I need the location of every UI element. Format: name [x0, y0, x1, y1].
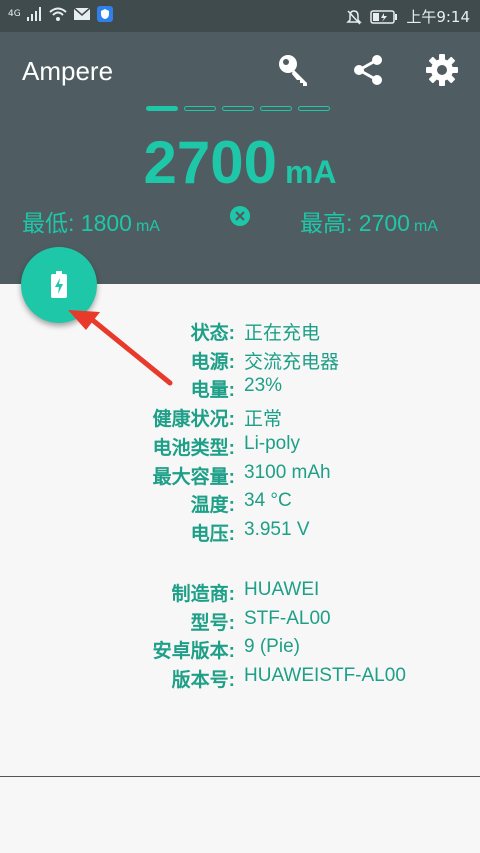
- info-value: STF-AL00: [244, 607, 331, 629]
- mail-icon: [73, 7, 91, 20]
- bottom-divider: [0, 776, 480, 777]
- info-row: 安卓版本: 9 (Pie): [0, 636, 480, 664]
- max-label: 最高: 2700: [300, 210, 410, 236]
- close-icon: [235, 211, 245, 221]
- share-icon: [354, 55, 382, 85]
- info-label: 电压:: [190, 523, 235, 545]
- info-label: 型号:: [190, 612, 235, 634]
- info-value: HUAWEI: [244, 579, 320, 600]
- current-unit: mA: [284, 154, 337, 190]
- info-row: 电源: 交流充电器: [0, 347, 480, 375]
- battery-fab-button[interactable]: [21, 247, 97, 323]
- info-label: 制造商:: [171, 584, 235, 605]
- info-label: 电源:: [190, 351, 235, 373]
- info-value: 34 °C: [244, 490, 292, 512]
- info-value: HUAWEISTF-AL00: [244, 665, 406, 687]
- key-button[interactable]: [274, 50, 314, 90]
- share-button[interactable]: [348, 50, 388, 90]
- page-dot[interactable]: [222, 106, 254, 111]
- info-value: 交流充电器: [244, 351, 340, 373]
- status-right: 上午9:14: [346, 6, 470, 27]
- max-unit: mA: [413, 218, 438, 235]
- status-left: 4G: [8, 6, 113, 22]
- info-label: 最大容量:: [152, 466, 235, 488]
- page-dot[interactable]: [146, 106, 178, 111]
- reset-minmax-button[interactable]: [230, 206, 250, 226]
- info-label: 健康状况:: [152, 409, 235, 431]
- info-value: 23%: [244, 375, 283, 397]
- info-label: 电量:: [190, 380, 235, 402]
- current-reading: 2700 mA: [0, 128, 480, 197]
- network-type: 4G: [8, 8, 21, 19]
- min-unit: mA: [135, 218, 160, 235]
- info-row: 电池类型: Li-poly: [0, 433, 480, 461]
- battery-charging-icon: [51, 271, 67, 298]
- info-value: 3100 mAh: [244, 461, 331, 483]
- info-value: 正在充电: [244, 323, 321, 344]
- clock: 上午9:14: [406, 8, 470, 26]
- info-row: 电压: 3.951 V: [0, 519, 480, 547]
- info-row: 版本号: HUAWEISTF-AL00: [0, 665, 480, 693]
- app-title: Ampere: [22, 56, 114, 86]
- info-row: 温度: 34 °C: [0, 490, 480, 518]
- info-value: 正常: [244, 409, 283, 431]
- min-reading: 最低: 1800 mA: [22, 204, 160, 238]
- mute-icon: [346, 9, 363, 25]
- settings-icon: [426, 54, 458, 86]
- page-indicator: [146, 106, 330, 111]
- info-row: 电量: 23%: [0, 375, 480, 403]
- info-label: 电池类型:: [152, 437, 235, 459]
- key-icon: [279, 55, 307, 86]
- info-row: 制造商: HUAWEI: [0, 579, 480, 607]
- page-dot[interactable]: [184, 106, 216, 111]
- max-reading: 最高: 2700 mA: [300, 204, 438, 238]
- page-dot[interactable]: [298, 106, 330, 111]
- shield-icon: [96, 6, 113, 22]
- wifi-icon: [49, 7, 67, 21]
- info-row: 状态: 正在充电: [0, 318, 480, 346]
- info-row: 健康状况: 正常: [0, 404, 480, 432]
- info-label: 温度:: [190, 495, 235, 517]
- status-bar: 4G 上午9:14: [0, 0, 480, 32]
- info-value: 9 (Pie): [244, 636, 300, 658]
- info-label: 安卓版本:: [152, 641, 235, 663]
- signal-icon: [26, 7, 41, 21]
- info-value: 3.951 V: [244, 518, 310, 540]
- battery-icon: [370, 9, 398, 24]
- page-dot[interactable]: [260, 106, 292, 111]
- info-row: 最大容量: 3100 mAh: [0, 462, 480, 490]
- settings-button[interactable]: [422, 50, 462, 90]
- info-label: 版本号:: [171, 670, 235, 692]
- info-value: Li-poly: [244, 432, 300, 454]
- current-value: 2700: [143, 129, 277, 196]
- info-row: 型号: STF-AL00: [0, 608, 480, 636]
- info-label: 状态:: [190, 323, 235, 344]
- min-label: 最低: 1800: [22, 210, 132, 236]
